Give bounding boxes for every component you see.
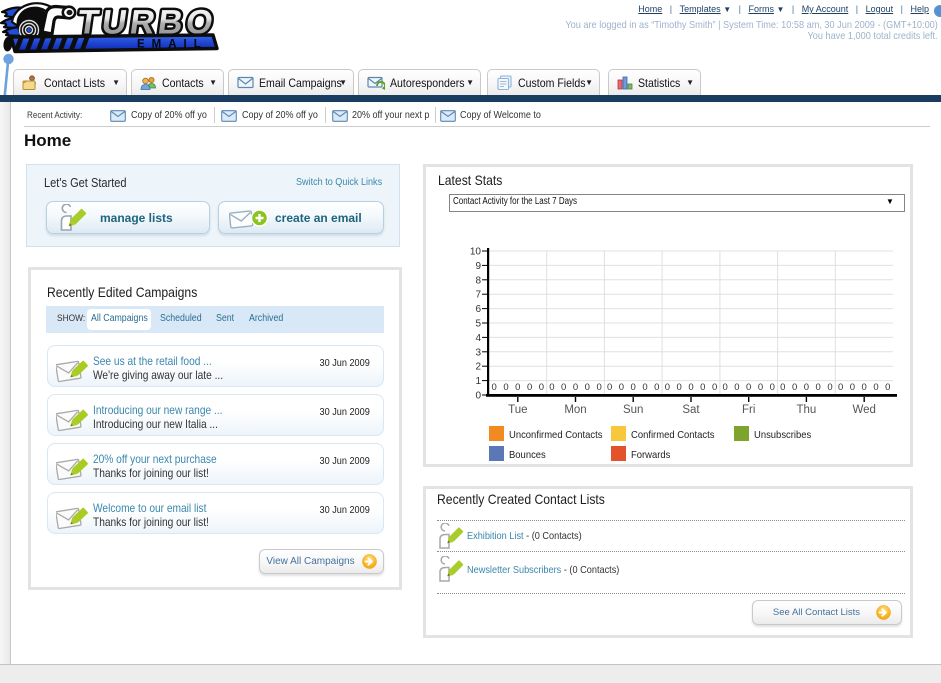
svg-text:4: 4 (475, 333, 481, 344)
svg-text:0: 0 (850, 382, 855, 393)
svg-text:0: 0 (654, 382, 659, 393)
svg-text:EMAIL: EMAIL (137, 39, 208, 51)
svg-text:0: 0 (838, 382, 843, 393)
svg-text:0: 0 (827, 382, 832, 393)
svg-text:0: 0 (792, 382, 797, 393)
svg-text:0: 0 (503, 382, 508, 393)
svg-text:0: 0 (816, 382, 821, 393)
svg-text:0: 0 (885, 382, 890, 393)
svg-text:Thu: Thu (796, 404, 816, 416)
svg-text:0: 0 (700, 382, 705, 393)
svg-text:Wed: Wed (852, 404, 875, 416)
svg-text:2: 2 (475, 362, 481, 373)
svg-text:0: 0 (862, 382, 867, 393)
svg-text:0: 0 (688, 382, 693, 393)
svg-text:10: 10 (470, 247, 482, 258)
svg-text:0: 0 (549, 382, 554, 393)
svg-text:Mon: Mon (564, 404, 586, 416)
svg-text:0: 0 (561, 382, 566, 393)
svg-text:1: 1 (475, 376, 481, 387)
svg-text:0: 0 (873, 382, 878, 393)
svg-text:5: 5 (475, 319, 481, 330)
svg-text:0: 0 (515, 382, 520, 393)
svg-text:0: 0 (642, 382, 647, 393)
svg-text:Sun: Sun (623, 404, 643, 416)
svg-text:Tue: Tue (508, 404, 527, 416)
svg-text:0: 0 (780, 382, 785, 393)
svg-text:9: 9 (475, 261, 481, 272)
svg-text:0: 0 (475, 391, 481, 402)
svg-text:0: 0 (573, 382, 578, 393)
svg-text:0: 0 (746, 382, 751, 393)
svg-text:0: 0 (677, 382, 682, 393)
svg-text:0: 0 (492, 382, 497, 393)
svg-text:0: 0 (665, 382, 670, 393)
svg-text:0: 0 (722, 382, 727, 393)
svg-text:0: 0 (712, 382, 717, 393)
svg-text:Fri: Fri (742, 404, 755, 416)
svg-text:0: 0 (758, 382, 763, 393)
svg-text:0: 0 (631, 382, 636, 393)
svg-text:7: 7 (475, 290, 481, 301)
svg-text:0: 0 (619, 382, 624, 393)
svg-text:3: 3 (475, 347, 481, 358)
svg-text:0: 0 (527, 382, 532, 393)
svg-text:Sat: Sat (682, 404, 700, 416)
svg-text:0: 0 (734, 382, 739, 393)
svg-text:0: 0 (770, 382, 775, 393)
svg-text:0: 0 (607, 382, 612, 393)
svg-text:6: 6 (475, 304, 481, 315)
svg-text:8: 8 (475, 275, 481, 286)
svg-text:0: 0 (539, 382, 544, 393)
svg-text:0: 0 (596, 382, 601, 393)
svg-text:0: 0 (804, 382, 809, 393)
svg-text:0: 0 (585, 382, 590, 393)
